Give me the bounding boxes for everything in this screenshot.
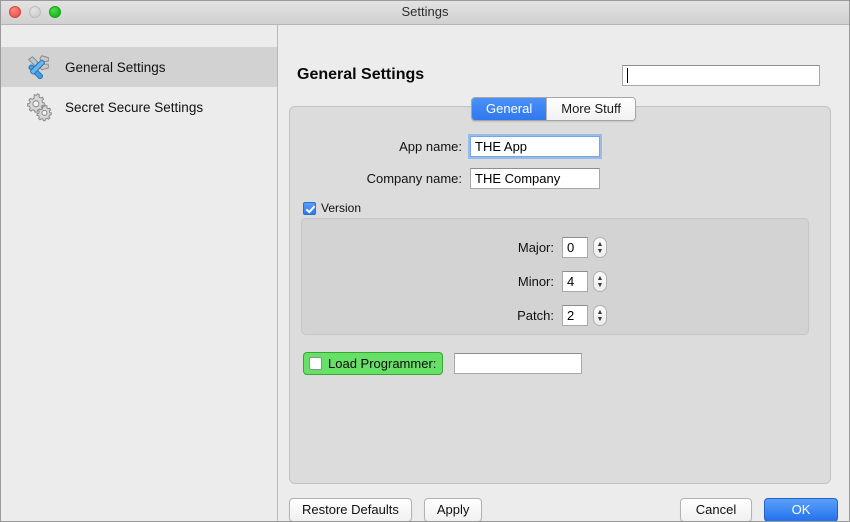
- tab-bar: General More Stuff: [471, 97, 636, 121]
- window-titlebar: Settings: [1, 1, 849, 25]
- minor-label: Minor:: [517, 274, 554, 289]
- load-programmer-label: Load Programmer:: [328, 356, 437, 371]
- sidebar-item-general-settings[interactable]: General Settings: [1, 47, 277, 87]
- app-name-label: App name:: [399, 139, 462, 154]
- app-name-field[interactable]: [470, 136, 600, 157]
- minor-stepper[interactable]: ▲ ▼: [593, 271, 607, 292]
- minor-row: Minor: ▲ ▼: [492, 271, 607, 292]
- ok-button[interactable]: OK: [764, 498, 838, 521]
- load-programmer-checkbox-group[interactable]: Load Programmer:: [303, 352, 444, 375]
- stepper-down-icon[interactable]: ▼: [597, 282, 604, 289]
- settings-window: Settings General Settings Secret Secure …: [0, 0, 850, 522]
- company-name-field[interactable]: [470, 168, 600, 189]
- search-input-caret: [627, 68, 628, 83]
- stepper-down-icon[interactable]: ▼: [597, 316, 604, 323]
- company-name-row: Company name:: [324, 168, 814, 189]
- settings-sidebar: General Settings Secret Secure Settings: [1, 25, 278, 521]
- page-title: General Settings: [297, 66, 425, 83]
- version-checkbox[interactable]: [303, 201, 316, 215]
- patch-row: Patch: ▲ ▼: [492, 305, 607, 326]
- version-groupbox: Major: ▲ ▼ Minor: ▲ ▼: [301, 218, 809, 335]
- secondary-button-group: Restore Defaults Apply: [289, 498, 483, 521]
- version-checkbox-row[interactable]: Version: [303, 201, 361, 215]
- window-body: General Settings Secret Secure Settings …: [1, 25, 849, 521]
- restore-defaults-button[interactable]: Restore Defaults: [289, 498, 412, 521]
- sidebar-item-label: Secret Secure Settings: [65, 99, 204, 115]
- stepper-down-icon[interactable]: ▼: [597, 248, 604, 255]
- stepper-up-icon[interactable]: ▲: [597, 309, 604, 316]
- minor-input[interactable]: [562, 271, 588, 292]
- version-checkbox-label: Version: [321, 201, 362, 215]
- cancel-button[interactable]: Cancel: [680, 498, 752, 521]
- patch-input[interactable]: [562, 305, 588, 326]
- apply-button[interactable]: Apply: [423, 498, 483, 521]
- search-input[interactable]: [622, 65, 820, 86]
- load-programmer-path-field[interactable]: [454, 353, 583, 374]
- major-stepper[interactable]: ▲ ▼: [593, 237, 607, 258]
- tab-content-panel: App name: Company name: Version Major:: [289, 106, 831, 484]
- major-input[interactable]: [562, 237, 588, 258]
- stepper-up-icon[interactable]: ▲: [597, 241, 604, 248]
- major-row: Major: ▲ ▼: [492, 237, 607, 258]
- app-name-row: App name:: [324, 136, 814, 157]
- tab-more-stuff[interactable]: More Stuff: [546, 98, 635, 120]
- settings-content: General Settings General More Stuff App …: [279, 25, 849, 521]
- major-label: Major:: [517, 240, 554, 255]
- patch-stepper[interactable]: ▲ ▼: [593, 305, 607, 326]
- sidebar-item-secret-secure-settings[interactable]: Secret Secure Settings: [1, 87, 277, 127]
- primary-button-group: Cancel OK: [680, 498, 838, 521]
- load-programmer-row: Load Programmer:: [303, 352, 583, 375]
- patch-label: Patch:: [517, 308, 554, 323]
- stepper-up-icon[interactable]: ▲: [597, 275, 604, 282]
- gears-icon: [26, 93, 52, 122]
- tools-icon: [28, 55, 49, 80]
- load-programmer-checkbox[interactable]: [309, 357, 322, 370]
- window-title: Settings: [401, 4, 449, 19]
- tab-general[interactable]: General: [472, 98, 547, 120]
- sidebar-item-label: General Settings: [65, 59, 166, 75]
- company-name-label: Company name:: [366, 171, 462, 186]
